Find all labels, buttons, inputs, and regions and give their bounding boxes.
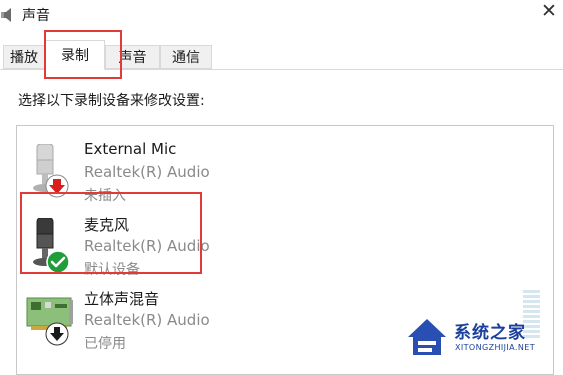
house-logo-icon — [408, 319, 446, 355]
disabled-down-arrow-icon — [45, 322, 69, 346]
tab-playback[interactable]: 播放 — [3, 45, 45, 69]
device-status: 未插入 — [84, 188, 126, 204]
device-name: 麦克风 — [84, 216, 130, 234]
device-icon — [25, 217, 75, 274]
speaker-icon — [1, 8, 11, 22]
device-name: External Mic — [84, 140, 177, 158]
watermark: 系统之家 XITONGZHIJIA.NET — [404, 313, 560, 363]
device-status: 已停用 — [84, 336, 126, 352]
device-driver: Realtek(R) Audio — [84, 237, 210, 255]
tab-sounds[interactable]: 声音 — [105, 45, 160, 69]
device-driver: Realtek(R) Audio — [84, 163, 210, 181]
watermark-text: 系统之家 — [454, 323, 526, 343]
unplugged-down-arrow-icon — [45, 174, 69, 198]
window-title: 声音 — [22, 8, 50, 24]
watermark-subtext: XITONGZHIJIA.NET — [455, 343, 535, 352]
device-icon — [25, 292, 75, 348]
instruction-label: 选择以下录制设备来修改设置: — [18, 93, 205, 109]
title-bar: 声音 ✕ — [0, 0, 563, 30]
close-icon: ✕ — [541, 0, 557, 22]
device-icon — [25, 143, 75, 200]
default-check-icon — [46, 250, 70, 274]
device-item-microphone[interactable]: 麦克风 Realtek(R) Audio 默认设备 — [17, 208, 553, 338]
tab-communications[interactable]: 通信 — [160, 45, 212, 69]
close-button[interactable]: ✕ — [537, 0, 561, 26]
tab-recording[interactable]: 录制 — [45, 40, 105, 70]
device-item-external-mic[interactable]: External Mic Realtek(R) Audio 未插入 — [17, 134, 553, 206]
device-status: 默认设备 — [84, 262, 140, 278]
device-driver: Realtek(R) Audio — [84, 311, 210, 329]
device-name: 立体声混音 — [84, 290, 160, 308]
